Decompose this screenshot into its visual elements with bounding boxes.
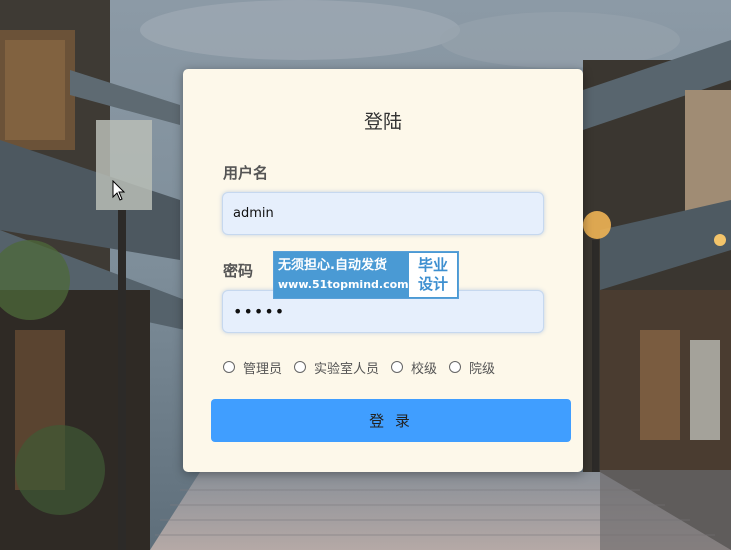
radio-circle-icon	[391, 361, 404, 373]
login-title: 登陆	[363, 111, 402, 133]
watermark-url: www.51topmind.com	[278, 278, 409, 291]
watermark-badge-top: 毕业	[417, 256, 448, 274]
role-label-college: 院级	[469, 361, 496, 377]
role-radio-lab-staff[interactable]: 实验室人员	[294, 358, 379, 377]
mouse-cursor-icon	[112, 180, 126, 201]
username-input[interactable]	[222, 192, 544, 235]
role-radio-admin[interactable]: 管理员	[223, 358, 282, 377]
login-button[interactable]: 登 录	[211, 399, 571, 442]
watermark-overlay: 无须担心.自动发货 www.51topmind.com 毕业 设计	[273, 251, 459, 299]
radio-circle-icon	[449, 361, 462, 373]
role-label-lab-staff: 实验室人员	[314, 361, 380, 377]
radio-circle-icon	[294, 361, 307, 373]
watermark-line1: 无须担心.自动发货	[278, 258, 387, 273]
watermark-text-block: 无须担心.自动发货 www.51topmind.com	[274, 252, 409, 298]
role-radio-college[interactable]: 院级	[449, 358, 495, 377]
role-radio-school[interactable]: 校级	[391, 358, 437, 377]
role-radio-group: 管理员 实验室人员 校级 院级	[223, 358, 507, 377]
role-label-school: 校级	[411, 361, 438, 377]
watermark-badge-bottom: 设计	[417, 275, 448, 293]
username-label: 用户名	[223, 164, 269, 182]
radio-circle-icon	[223, 361, 235, 373]
password-label: 密码	[223, 262, 254, 280]
role-label-admin: 管理员	[243, 361, 283, 377]
watermark-badge: 毕业 设计	[408, 252, 458, 298]
